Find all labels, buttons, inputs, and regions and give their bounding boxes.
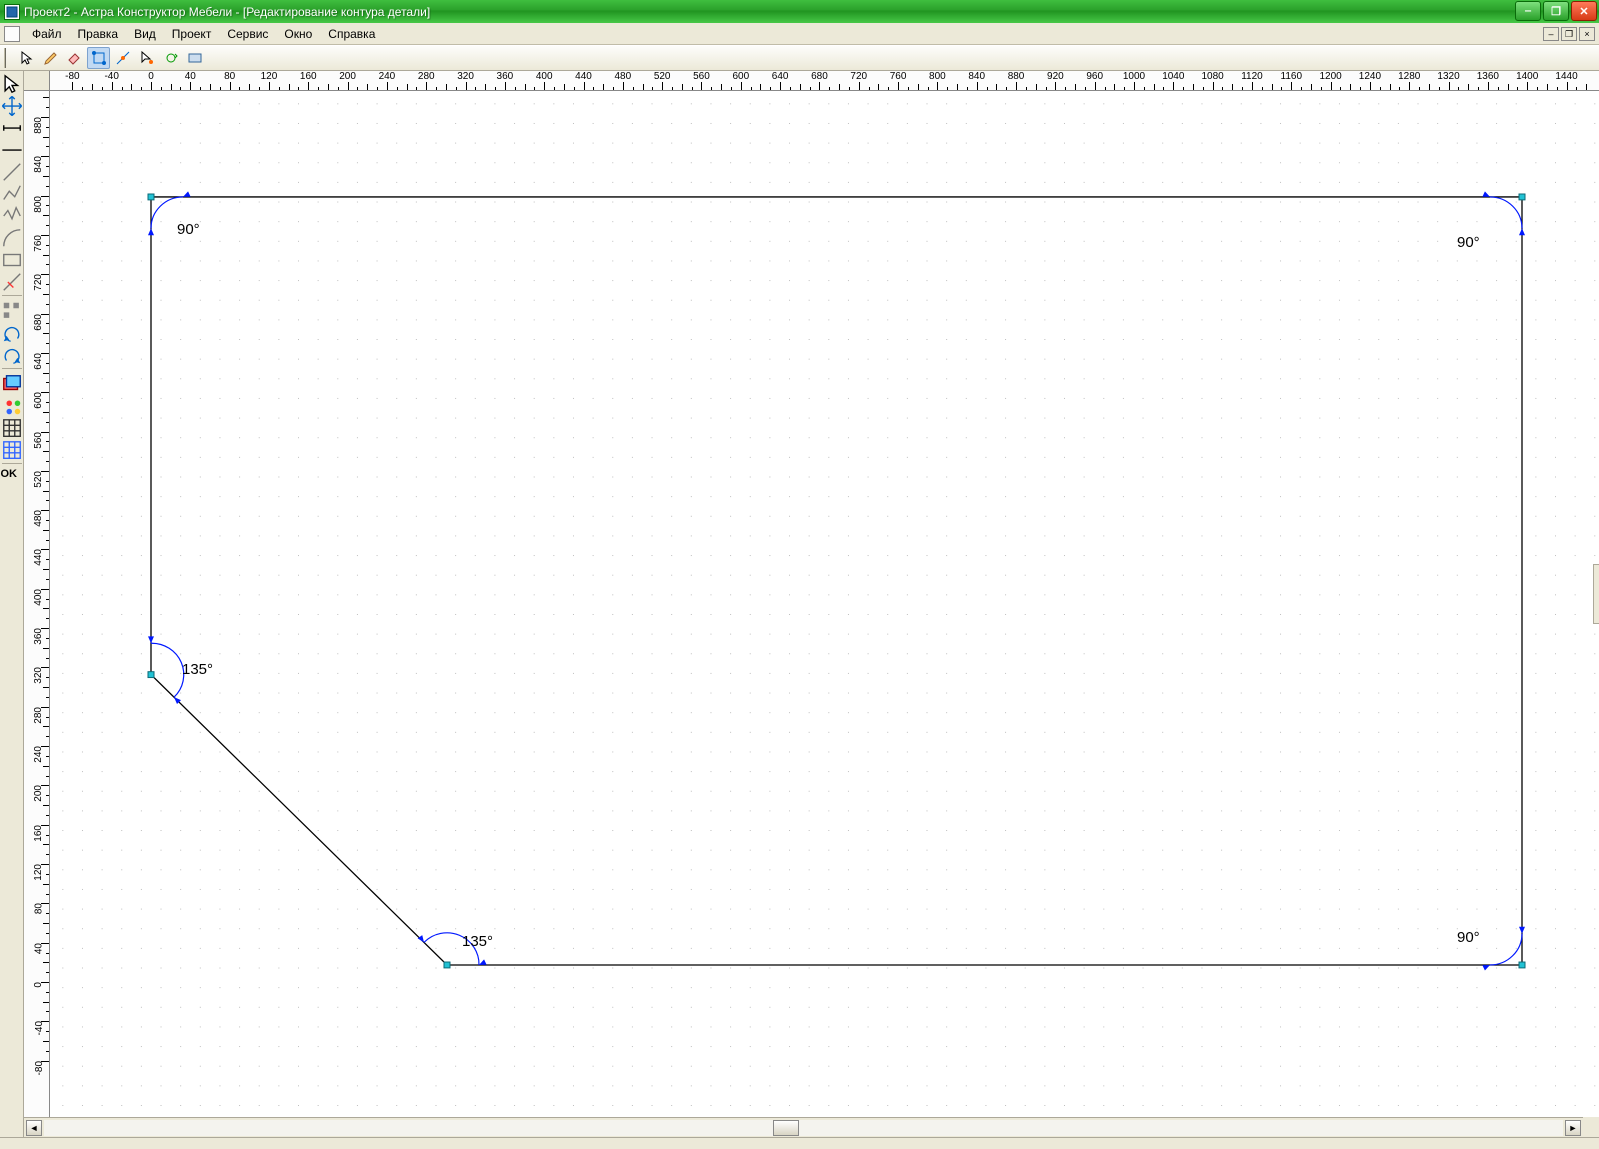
scroll-left-button[interactable]: ◄ xyxy=(26,1120,42,1136)
minimize-button[interactable]: ‒ xyxy=(1515,1,1541,21)
menu-view[interactable]: Вид xyxy=(126,23,164,44)
app-icon xyxy=(4,4,20,20)
tool-polyline2-icon[interactable] xyxy=(1,205,23,225)
angle-label-br: 90° xyxy=(1457,929,1480,946)
drawing-svg xyxy=(50,91,1599,1117)
scroll-thumb[interactable] xyxy=(773,1120,799,1136)
workspace: OK -80-400408012016020024028032036040044… xyxy=(0,71,1599,1137)
tool-cycle-icon[interactable] xyxy=(159,47,182,69)
tool-align-icon[interactable] xyxy=(1,300,23,320)
angle-label-tl: 90° xyxy=(177,221,200,238)
tool-erase-icon[interactable] xyxy=(1,271,23,291)
tool-rectangle-icon[interactable] xyxy=(1,249,23,269)
tool-pen-icon[interactable] xyxy=(39,47,62,69)
toolbox-separator-3 xyxy=(2,463,22,464)
mdi-close-button[interactable]: × xyxy=(1579,27,1595,41)
toolbox-separator xyxy=(2,295,22,296)
angle-label-tr: 90° xyxy=(1457,234,1480,251)
menu-bar: Файл Правка Вид Проект Сервис Окно Справ… xyxy=(0,23,1599,45)
scroll-right-button[interactable]: ► xyxy=(1565,1120,1581,1136)
tool-snap-mid-icon[interactable] xyxy=(111,47,134,69)
tool-cursor-icon[interactable] xyxy=(1,73,23,93)
tool-props-icon[interactable] xyxy=(1,395,23,415)
menu-service[interactable]: Сервис xyxy=(219,23,276,44)
tool-hline-icon[interactable] xyxy=(1,139,23,159)
tool-select-icon[interactable] xyxy=(15,47,38,69)
left-toolbox: OK xyxy=(0,71,24,1137)
editor-area: -80-400408012016020024028032036040044048… xyxy=(24,71,1599,1117)
menu-help[interactable]: Справка xyxy=(320,23,383,44)
menu-project[interactable]: Проект xyxy=(164,23,220,44)
tool-grid2-icon[interactable] xyxy=(1,439,23,459)
tool-ok-button[interactable]: OK xyxy=(1,468,23,488)
main-toolbar xyxy=(0,45,1599,71)
mdi-document-icon xyxy=(4,26,20,42)
tool-redo-icon[interactable] xyxy=(1,344,23,364)
ruler-corner xyxy=(24,71,50,91)
tool-snap-cursor-icon[interactable] xyxy=(135,47,158,69)
title-bar: Проект2 - Астра Конструктор Мебели - [Ре… xyxy=(0,0,1599,23)
tool-grid-icon[interactable] xyxy=(1,417,23,437)
scrollbar-horizontal: ◄ ► xyxy=(24,1117,1583,1137)
mdi-minimize-button[interactable]: ‒ xyxy=(1543,27,1559,41)
tool-rect-icon[interactable] xyxy=(183,47,206,69)
menu-file[interactable]: Файл xyxy=(24,23,70,44)
window-title: Проект2 - Астра Конструктор Мебели - [Ре… xyxy=(24,5,1515,19)
ruler-horizontal: -80-400408012016020024028032036040044048… xyxy=(50,71,1599,91)
menu-window[interactable]: Окно xyxy=(276,23,320,44)
status-bar xyxy=(0,1137,1599,1149)
angle-label-ml: 135° xyxy=(182,661,213,678)
tool-dimension-icon[interactable] xyxy=(1,117,23,137)
side-panel-handle[interactable] xyxy=(1593,564,1599,624)
tool-eraser-icon[interactable] xyxy=(63,47,86,69)
ruler-vertical: -80-400408012016020024028032036040044048… xyxy=(24,91,50,1117)
maximize-button[interactable]: ❐ xyxy=(1543,1,1569,21)
tool-undo-icon[interactable] xyxy=(1,322,23,342)
toolbar-grip[interactable] xyxy=(4,48,10,68)
drawing-canvas[interactable]: 90° 90° 135° 135° 90° xyxy=(50,91,1599,1117)
toolbox-separator-2 xyxy=(2,368,22,369)
scroll-track[interactable] xyxy=(44,1120,1563,1136)
tool-snap-node-icon[interactable] xyxy=(87,47,110,69)
close-button[interactable]: ✕ xyxy=(1571,1,1597,21)
tool-line-icon[interactable] xyxy=(1,161,23,181)
tool-move-icon[interactable] xyxy=(1,95,23,115)
angle-label-bl: 135° xyxy=(462,933,493,950)
menu-edit[interactable]: Правка xyxy=(70,23,127,44)
tool-arc-icon[interactable] xyxy=(1,227,23,247)
tool-layers-icon[interactable] xyxy=(1,373,23,393)
tool-polyline-icon[interactable] xyxy=(1,183,23,203)
mdi-restore-button[interactable]: ❐ xyxy=(1561,27,1577,41)
scroll-corner xyxy=(1583,1117,1599,1137)
